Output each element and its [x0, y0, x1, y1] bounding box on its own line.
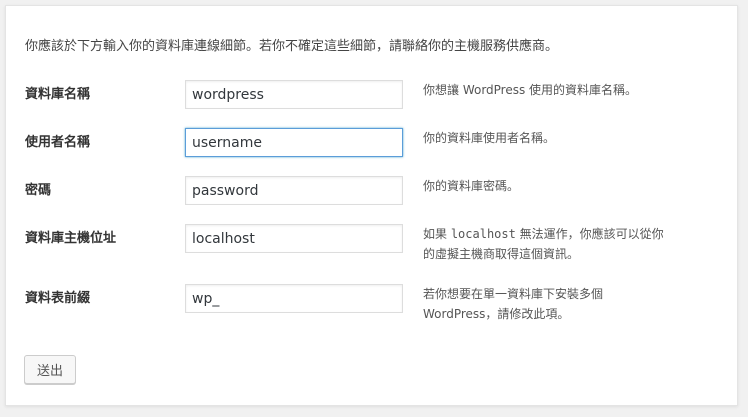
dbname-description: 你想讓 WordPress 使用的資料庫名稱。: [423, 83, 638, 97]
dbhost-description: 如果 localhost 無法運作，你應該可以從你 的虛擬主機商取得這個資訊。: [423, 224, 723, 264]
password-description: 你的資料庫密碼。: [423, 179, 520, 193]
dbname-label: 資料庫名稱: [25, 87, 91, 102]
prefix-label: 資料表前綴: [25, 291, 91, 306]
dbhost-description-part1: 如果: [423, 227, 451, 241]
prefix-description-line2: WordPress，請修改此項。: [423, 307, 570, 321]
dbhost-description-line2: 的虛擬主機商取得這個資訊。: [423, 247, 580, 261]
dbhost-label: 資料庫主機位址: [25, 231, 117, 246]
dbhost-description-part2: 無法運作，你應該可以從你: [515, 227, 664, 241]
prefix-description: 若你想要在單一資料庫下安裝多個 WordPress，請修改此項。: [423, 284, 723, 324]
setup-config-card: 你應該於下方輸入你的資料庫連線細節。若你不確定這些細節，請聯絡你的主機服務供應商…: [5, 5, 738, 406]
intro-text: 你應該於下方輸入你的資料庫連線細節。若你不確定這些細節，請聯絡你的主機服務供應商…: [25, 39, 559, 54]
dbhost-input[interactable]: [185, 224, 403, 253]
password-input[interactable]: [185, 176, 403, 205]
submit-button[interactable]: 送出: [24, 355, 76, 384]
dbhost-description-code: localhost: [450, 227, 516, 241]
username-input[interactable]: [185, 128, 403, 157]
dbname-input[interactable]: [185, 80, 403, 109]
prefix-description-line1: 若你想要在單一資料庫下安裝多個: [423, 287, 604, 301]
username-description: 你的資料庫使用者名稱。: [423, 131, 556, 145]
password-label: 密碼: [25, 183, 52, 198]
prefix-input[interactable]: [185, 284, 403, 313]
username-label: 使用者名稱: [25, 135, 91, 150]
